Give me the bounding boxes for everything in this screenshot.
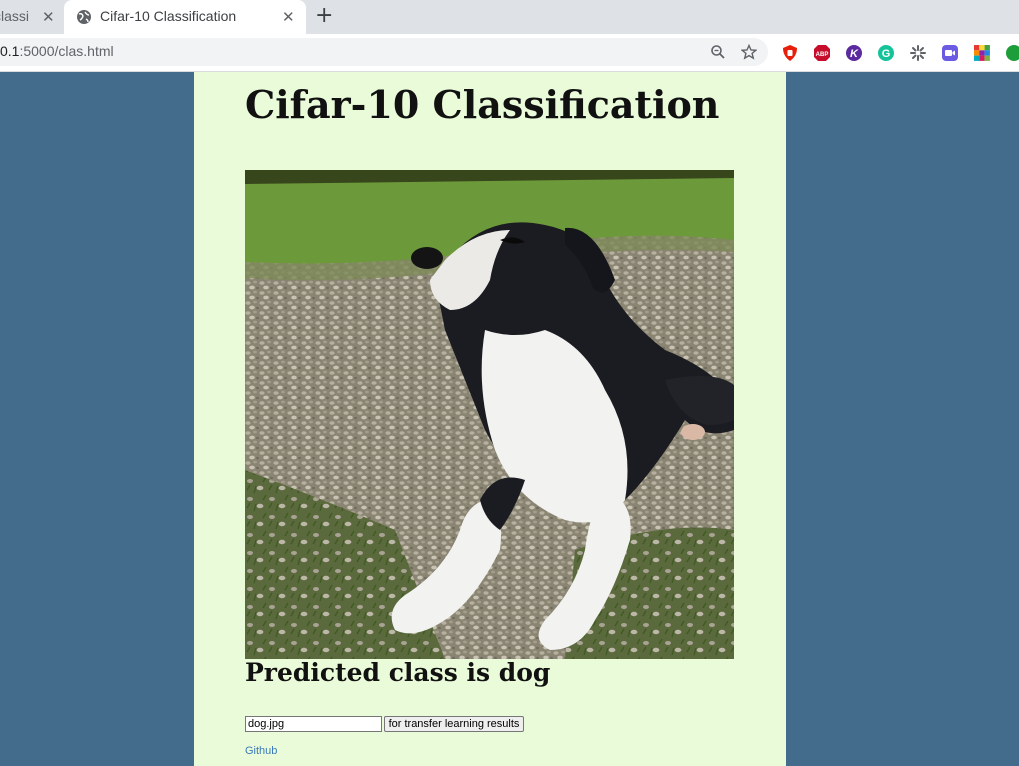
bookmark-star-icon[interactable] bbox=[741, 44, 757, 60]
tab-title: Cifar-10 Classification bbox=[100, 8, 237, 24]
page-title: Cifar-10 Classification bbox=[245, 82, 720, 127]
spinner-extension-icon[interactable] bbox=[909, 44, 927, 62]
zoom-icon[interactable] bbox=[710, 44, 726, 60]
tab-previous[interactable]: classi ✕ bbox=[0, 0, 64, 34]
uploaded-image bbox=[245, 170, 734, 659]
content-panel: Cifar-10 Classification Predicted class … bbox=[194, 72, 786, 766]
svg-text:K: K bbox=[850, 48, 859, 60]
ublock-icon[interactable] bbox=[781, 44, 799, 62]
url-text: 0.1:5000/clas.html bbox=[0, 43, 114, 59]
browser-toolbar: 0.1:5000/clas.html bbox=[0, 34, 1019, 72]
transfer-learning-button[interactable]: for transfer learning results bbox=[384, 716, 524, 732]
close-icon[interactable]: ✕ bbox=[282, 9, 295, 25]
green-extension-icon[interactable] bbox=[1005, 44, 1019, 62]
svg-text:G: G bbox=[882, 48, 891, 60]
color-grid-extension-icon[interactable] bbox=[973, 44, 991, 62]
tab-previous-label: classi bbox=[0, 8, 30, 24]
tab-strip: classi ✕ Cifar-10 Classification ✕ + bbox=[0, 0, 1019, 34]
github-link[interactable]: Github bbox=[245, 745, 277, 757]
adblock-plus-icon[interactable]: ABP bbox=[813, 44, 831, 62]
grammarly-icon[interactable]: G bbox=[877, 44, 895, 62]
close-icon[interactable]: ✕ bbox=[42, 9, 55, 25]
new-tab-button[interactable]: + bbox=[315, 5, 333, 27]
tab-active[interactable]: Cifar-10 Classification ✕ bbox=[64, 0, 306, 34]
file-name-field[interactable] bbox=[245, 716, 382, 732]
globe-icon bbox=[77, 10, 91, 24]
prediction-text: Predicted class is dog bbox=[245, 658, 551, 687]
svg-text:ABP: ABP bbox=[816, 52, 829, 58]
k-extension-icon[interactable]: K bbox=[845, 44, 863, 62]
zoom-extension-icon[interactable] bbox=[941, 44, 959, 62]
address-bar[interactable]: 0.1:5000/clas.html bbox=[0, 38, 768, 66]
